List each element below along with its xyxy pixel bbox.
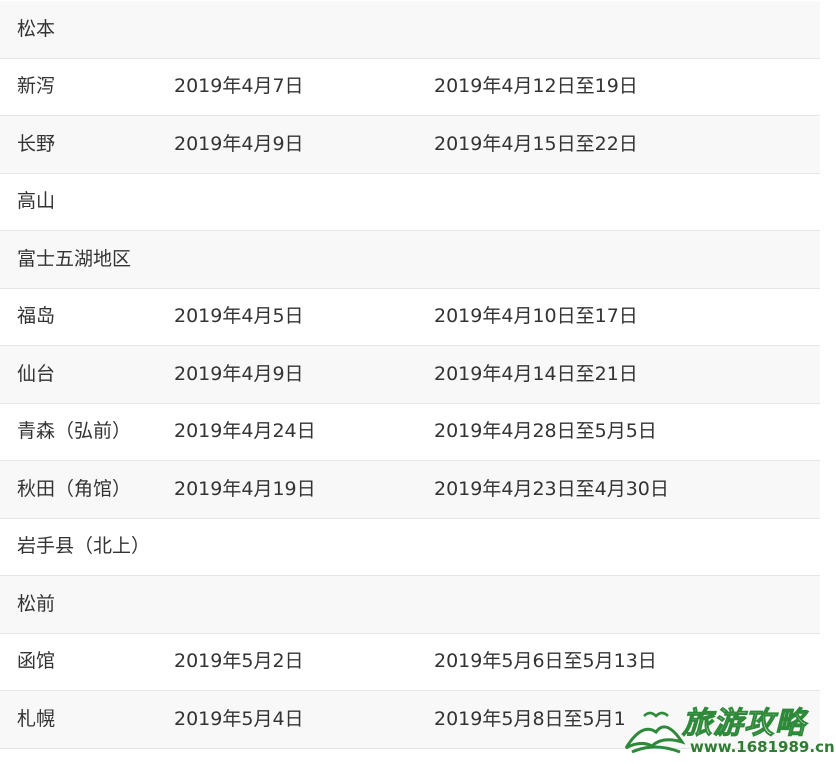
peak-date-cell: 2019年4月14日至21日 [434,362,638,385]
table-row: 高山 [0,173,820,231]
table-row: 秋田（角馆） 2019年4月19日 2019年4月23日至4月30日 [0,461,820,519]
city-cell: 长野 [17,132,56,155]
city-cell: 松前 [17,592,56,615]
city-cell: 仙台 [17,362,56,385]
peak-date-cell: 2019年4月10日至17日 [434,305,638,328]
table-row: 松本 [0,1,820,59]
city-cell: 青森（弘前） [17,420,132,443]
table-row: 函馆 2019年5月2日 2019年5月6日至5月13日 [0,633,820,691]
city-cell: 富士五湖地区 [17,247,132,270]
start-date-cell: 2019年4月19日 [174,477,316,500]
table-row: 岩手县（北上） [0,518,820,576]
table-row: 札幌 2019年5月4日 2019年5月8日至5月1 [0,691,820,749]
start-date-cell: 2019年4月5日 [174,305,304,328]
peak-date-cell: 2019年4月12日至19日 [434,75,638,98]
table-row: 长野 2019年4月9日 2019年4月15日至22日 [0,116,820,174]
city-cell: 岩手县（北上） [17,535,151,558]
start-date-cell: 2019年5月2日 [174,650,304,673]
city-cell: 函馆 [17,650,56,673]
table-row: 仙台 2019年4月9日 2019年4月14日至21日 [0,346,820,404]
peak-date-cell: 2019年4月23日至4月30日 [434,477,669,500]
city-cell: 新泻 [17,75,56,98]
table-row: 新泻 2019年4月7日 2019年4月12日至19日 [0,58,820,116]
start-date-cell: 2019年4月9日 [174,132,304,155]
table-row: 福岛 2019年4月5日 2019年4月10日至17日 [0,288,820,346]
bloom-date-table: 松本 新泻 2019年4月7日 2019年4月12日至19日 长野 2019年4… [0,0,820,749]
peak-date-cell: 2019年4月15日至22日 [434,132,638,155]
peak-date-cell: 2019年4月28日至5月5日 [434,420,657,443]
city-cell: 札幌 [17,707,56,730]
city-cell: 松本 [17,17,56,40]
table-row: 富士五湖地区 [0,231,820,289]
start-date-cell: 2019年4月24日 [174,420,316,443]
table-row: 青森（弘前） 2019年4月24日 2019年4月28日至5月5日 [0,403,820,461]
start-date-cell: 2019年4月9日 [174,362,304,385]
city-cell: 高山 [17,190,56,213]
start-date-cell: 2019年4月7日 [174,75,304,98]
city-cell: 秋田（角馆） [17,477,132,500]
city-cell: 福岛 [17,305,56,328]
table-row: 松前 [0,576,820,634]
start-date-cell: 2019年5月4日 [174,707,304,730]
peak-date-cell: 2019年5月6日至5月13日 [434,650,657,673]
peak-date-cell: 2019年5月8日至5月1 [434,707,626,730]
